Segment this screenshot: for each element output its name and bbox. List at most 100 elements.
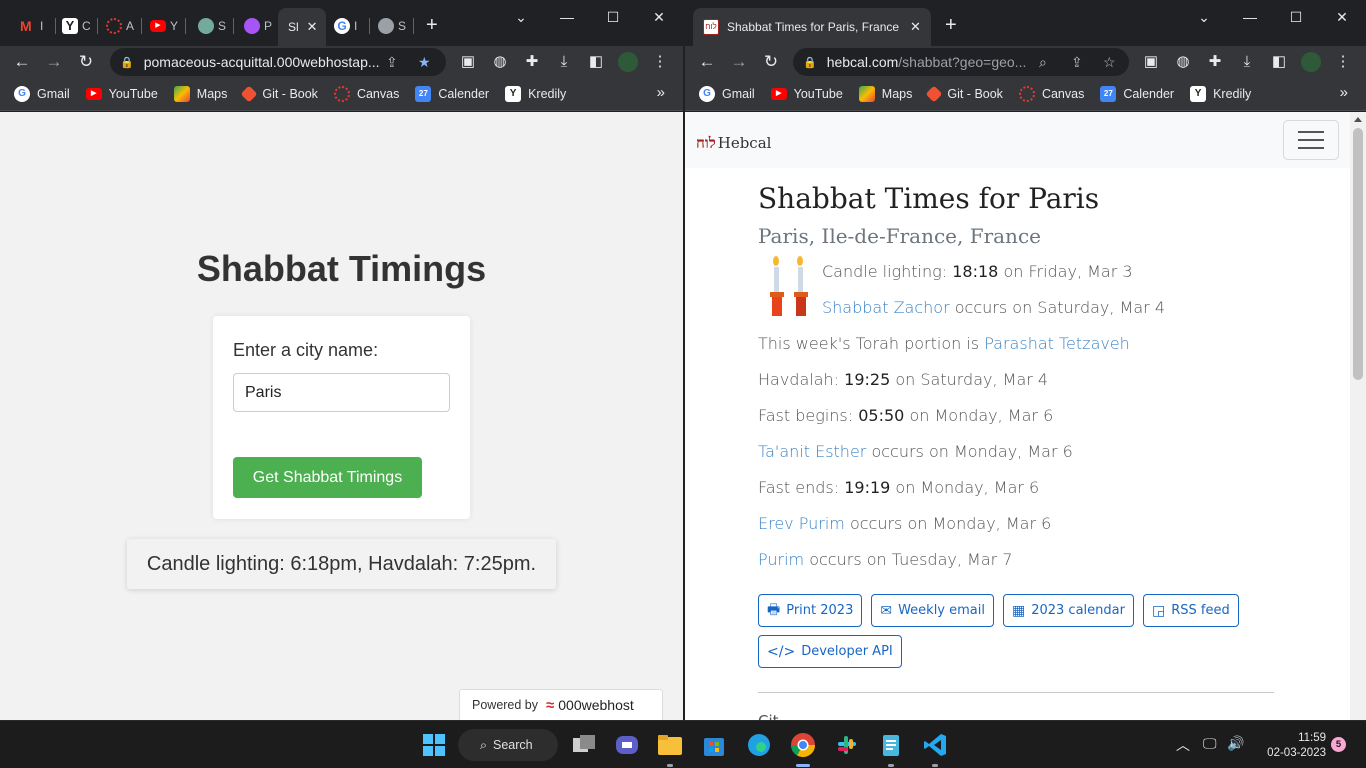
tab-active-hebcal[interactable]: לוח Shabbat Times for Paris, France - ✕: [693, 8, 931, 46]
teams-chat-icon[interactable]: [613, 731, 641, 759]
tray-chevron-icon[interactable]: ︿: [1176, 735, 1190, 755]
tab-gmail[interactable]: M I: [16, 14, 56, 38]
volume-icon[interactable]: 🔊: [1227, 735, 1244, 752]
reload-icon[interactable]: ↻: [70, 52, 102, 72]
weekly-email-button[interactable]: ✉ Weekly email: [871, 594, 994, 627]
extension-icon[interactable]: ▣: [1141, 52, 1161, 72]
bookmark-calender[interactable]: 27 Calender: [1100, 86, 1174, 102]
running-indicator-active: [796, 764, 810, 767]
bookmarks-overflow-icon[interactable]: »: [1340, 84, 1348, 101]
bookmarks-overflow-icon[interactable]: »: [657, 84, 665, 101]
share-icon[interactable]: ⇪: [386, 48, 398, 76]
tab-globe[interactable]: S: [374, 14, 414, 38]
address-bar[interactable]: 🔒 hebcal.com/shabbat?geo=geo... ⌕ ⇪ ☆: [793, 48, 1129, 76]
tab-canvas[interactable]: A: [102, 14, 142, 38]
close-tab-icon[interactable]: ✕: [910, 19, 921, 35]
edge-icon[interactable]: [745, 731, 773, 759]
taanit-esther-link[interactable]: Ta'anit Esther: [758, 442, 866, 461]
bookmark-youtube[interactable]: ▶ YouTube: [770, 87, 843, 101]
erev-purim-link[interactable]: Erev Purim: [758, 514, 845, 533]
notepad-icon[interactable]: [877, 731, 905, 759]
bookmark-gmail[interactable]: G Gmail: [14, 86, 70, 102]
back-icon[interactable]: ←: [691, 52, 723, 72]
microsoft-store-icon[interactable]: [700, 731, 728, 759]
scrollbar[interactable]: [1350, 112, 1366, 720]
get-timings-button[interactable]: Get Shabbat Timings: [233, 457, 422, 498]
powered-by-badge[interactable]: Powered by ≈ 000webhost: [459, 689, 663, 720]
city-input[interactable]: Paris: [233, 373, 450, 412]
close-window-button[interactable]: ✕: [636, 6, 682, 28]
slack-icon[interactable]: [833, 731, 861, 759]
chrome-icon[interactable]: [789, 731, 817, 759]
extension-icon[interactable]: ▣: [458, 52, 478, 72]
new-tab-button[interactable]: +: [945, 14, 957, 36]
bookmark-canvas[interactable]: Canvas: [333, 86, 399, 102]
side-panel-icon[interactable]: ◧: [586, 52, 606, 72]
scrollbar-thumb[interactable]: [1353, 128, 1363, 380]
task-view-icon[interactable]: [570, 731, 598, 759]
bookmark-gmail[interactable]: G Gmail: [699, 86, 755, 102]
close-window-button[interactable]: ✕: [1319, 6, 1365, 28]
developer-api-button[interactable]: </> Developer API: [758, 635, 902, 668]
tab-active-shabbat[interactable]: Sl ✕: [278, 8, 326, 46]
vscode-icon[interactable]: [921, 731, 949, 759]
minimize-button[interactable]: —: [1227, 6, 1273, 28]
windows-start-icon[interactable]: [420, 731, 448, 759]
profile-avatar[interactable]: [1301, 52, 1321, 72]
bookmark-canvas[interactable]: Canvas: [1018, 86, 1084, 102]
forward-icon[interactable]: →: [38, 52, 70, 72]
download-icon[interactable]: ⤓: [1237, 52, 1257, 72]
hebcal-logo[interactable]: לוח Hebcal: [696, 134, 771, 153]
bookmark-calender[interactable]: 27 Calender: [415, 86, 489, 102]
bookmark-git[interactable]: Git - Book: [925, 85, 1003, 103]
close-tab-icon[interactable]: ✕: [307, 19, 318, 35]
back-icon[interactable]: ←: [6, 52, 38, 72]
search-icon[interactable]: ⌕: [1039, 48, 1047, 76]
tab-youtube[interactable]: ▶ Y: [146, 14, 186, 38]
parashat-link[interactable]: Parashat Tetzaveh: [984, 334, 1130, 353]
forward-icon[interactable]: →: [723, 52, 755, 72]
file-explorer-icon[interactable]: [656, 731, 684, 759]
bookmark-youtube[interactable]: ▶ YouTube: [85, 87, 158, 101]
puzzle-icon[interactable]: ✚: [522, 52, 542, 72]
minimize-button[interactable]: —: [544, 6, 590, 28]
address-bar[interactable]: 🔒 pomaceous-acquittal.000webhostap... ⇪ …: [110, 48, 446, 76]
side-panel-icon[interactable]: ◧: [1269, 52, 1289, 72]
purim-link[interactable]: Purim: [758, 550, 804, 569]
bookmark-kredily[interactable]: Y Kredily: [505, 86, 566, 102]
bookmark-maps[interactable]: Maps: [173, 86, 227, 102]
extension-2-icon[interactable]: ◍: [490, 52, 510, 72]
bookmark-star-icon[interactable]: ☆: [1103, 48, 1116, 76]
tab-chatgpt[interactable]: S: [194, 14, 234, 38]
bookmark-kredily[interactable]: Y Kredily: [1190, 86, 1251, 102]
menu-icon[interactable]: ⋮: [650, 52, 670, 72]
shabbat-zachor-link[interactable]: Shabbat Zachor: [822, 298, 950, 317]
hamburger-menu-icon[interactable]: [1283, 120, 1339, 160]
bookmark-git[interactable]: Git - Book: [240, 85, 318, 103]
calendar-button[interactable]: ▦ 2023 calendar: [1002, 594, 1134, 627]
taskbar-search[interactable]: ⌕ Search: [458, 729, 558, 761]
bookmark-maps[interactable]: Maps: [858, 86, 912, 102]
profile-avatar[interactable]: [618, 52, 638, 72]
tab-search-icon[interactable]: ⌄: [1181, 6, 1227, 28]
puzzle-icon[interactable]: ✚: [1205, 52, 1225, 72]
network-icon[interactable]: 🖵: [1203, 735, 1217, 752]
tab-search-icon[interactable]: ⌄: [498, 6, 544, 28]
new-tab-button[interactable]: +: [426, 14, 438, 36]
extension-2-icon[interactable]: ◍: [1173, 52, 1193, 72]
download-icon[interactable]: ⤓: [554, 52, 574, 72]
maximize-button[interactable]: ☐: [590, 6, 636, 28]
tab-google[interactable]: G I: [330, 14, 370, 38]
notification-badge[interactable]: 5: [1331, 737, 1346, 752]
bookmark-star-icon[interactable]: ★: [418, 48, 431, 76]
scroll-up-icon[interactable]: [1354, 117, 1362, 122]
tab-p[interactable]: P: [240, 14, 276, 38]
rss-feed-button[interactable]: ◲ RSS feed: [1142, 594, 1239, 627]
maximize-button[interactable]: ☐: [1273, 6, 1319, 28]
tab-kredily[interactable]: Y C: [58, 14, 98, 38]
print-button[interactable]: 🖶 Print 2023: [758, 594, 863, 627]
share-icon[interactable]: ⇪: [1071, 48, 1083, 76]
system-clock[interactable]: 11:59 02-03-2023: [1260, 731, 1326, 761]
menu-icon[interactable]: ⋮: [1333, 52, 1353, 72]
reload-icon[interactable]: ↻: [755, 52, 787, 72]
